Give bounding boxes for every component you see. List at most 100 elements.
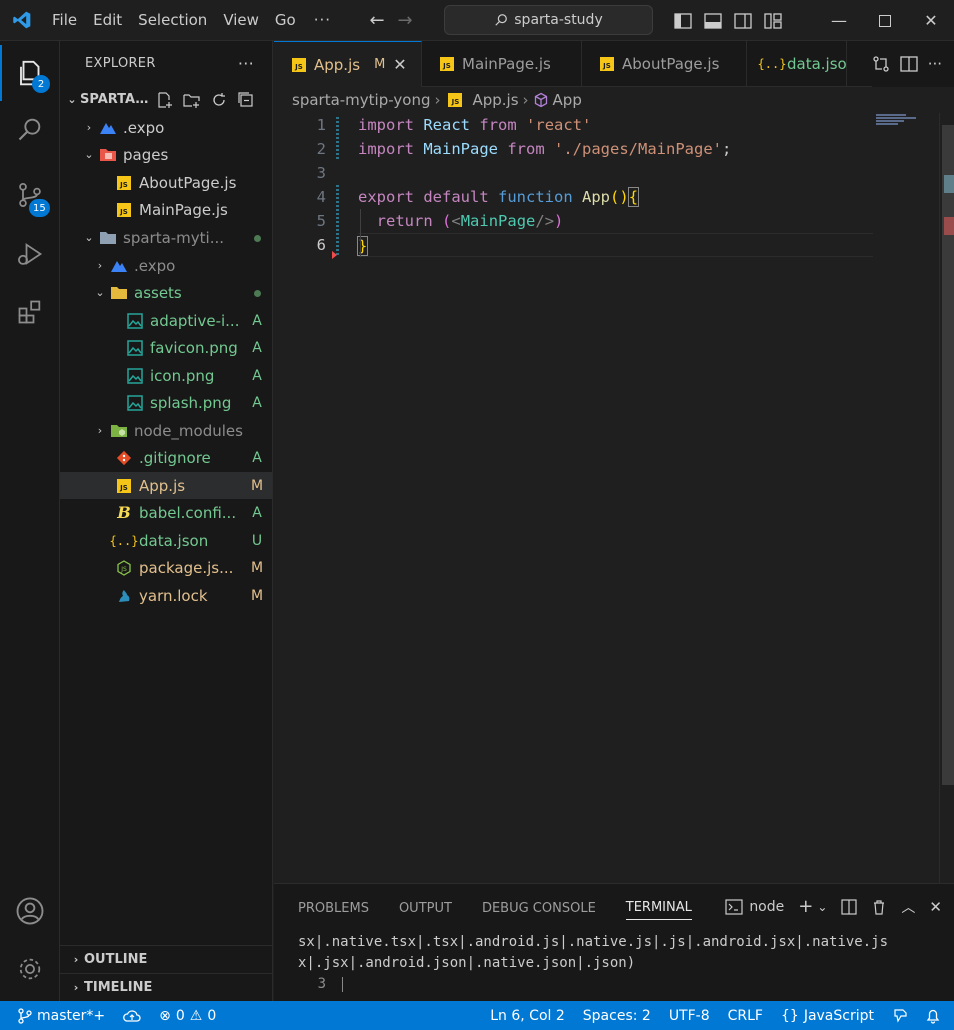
tree-folder-expo[interactable]: › .expo bbox=[60, 114, 272, 141]
branch-status[interactable]: master*+ bbox=[0, 1008, 114, 1024]
tree-folder-node-modules[interactable]: › node_modules bbox=[60, 417, 272, 444]
tree-item-label: babel.confi... bbox=[139, 503, 237, 522]
tab-problems[interactable]: PROBLEMS bbox=[298, 901, 369, 916]
tab-debug-console[interactable]: DEBUG CONSOLE bbox=[482, 901, 596, 916]
open-changes-icon[interactable] bbox=[872, 55, 890, 73]
forward-arrow-icon[interactable]: → bbox=[391, 10, 419, 31]
tree-file-app-js[interactable]: JS App.js M bbox=[60, 472, 272, 499]
trash-icon[interactable] bbox=[871, 899, 887, 915]
split-terminal-icon[interactable] bbox=[841, 898, 858, 915]
refresh-icon[interactable] bbox=[210, 91, 228, 109]
close-panel-icon[interactable]: ✕ bbox=[929, 898, 942, 916]
tree-folder-pages[interactable]: ⌄ pages bbox=[60, 141, 272, 168]
chevron-down-icon: ⌄ bbox=[67, 93, 77, 106]
end-of-line[interactable]: CRLF bbox=[719, 1008, 772, 1024]
toggle-secondary-sidebar-icon[interactable] bbox=[732, 11, 754, 31]
feedback-icon[interactable] bbox=[883, 1008, 917, 1024]
maximize-button[interactable] bbox=[862, 0, 908, 41]
new-terminal-icon[interactable]: + bbox=[798, 896, 813, 917]
timeline-section[interactable]: › TIMELINE bbox=[60, 973, 272, 1001]
tree-folder-assets[interactable]: ⌄ assets bbox=[60, 279, 272, 306]
menu-edit[interactable]: Edit bbox=[85, 0, 130, 41]
minimize-button[interactable]: — bbox=[816, 0, 862, 41]
tree-file-adaptive-icon[interactable]: adaptive-i... A bbox=[60, 307, 272, 334]
terminal-shell-label[interactable]: node bbox=[749, 899, 784, 915]
search-activity-icon[interactable] bbox=[0, 101, 60, 157]
notifications-bell-icon[interactable] bbox=[917, 1008, 954, 1024]
editor-more-actions-icon[interactable]: ··· bbox=[928, 55, 942, 73]
tab-mainpage-js[interactable]: JS MainPage.js bbox=[422, 41, 582, 87]
minimap[interactable] bbox=[876, 113, 936, 125]
new-folder-icon[interactable] bbox=[183, 91, 201, 109]
tab-terminal[interactable]: TERMINAL bbox=[625, 900, 692, 920]
close-icon[interactable]: ✕ bbox=[393, 55, 406, 74]
git-status: A bbox=[252, 339, 262, 356]
terminal-cursor bbox=[342, 976, 344, 992]
tab-output[interactable]: OUTPUT bbox=[399, 901, 452, 916]
editor-scrollbar[interactable] bbox=[939, 113, 954, 883]
search-text: sparta-study bbox=[514, 12, 603, 28]
tree-file-splash[interactable]: splash.png A bbox=[60, 389, 272, 416]
back-arrow-icon[interactable]: ← bbox=[363, 10, 391, 31]
accounts-icon[interactable] bbox=[0, 883, 60, 939]
editor-tabs: JS App.js M ✕ JS MainPage.js JS AboutPag… bbox=[274, 41, 954, 87]
breadcrumb-folder[interactable]: sparta-mytip-yong bbox=[292, 91, 430, 109]
toggle-panel-icon[interactable] bbox=[702, 11, 724, 31]
tab-data-json[interactable]: {..} data.jso bbox=[747, 41, 847, 87]
tab-app-js[interactable]: JS App.js M ✕ bbox=[274, 41, 422, 87]
tree-file-yarn-lock[interactable]: yarn.lock M bbox=[60, 582, 272, 609]
menu-selection[interactable]: Selection bbox=[130, 0, 215, 41]
run-debug-activity-icon[interactable] bbox=[0, 226, 60, 282]
line-number: 4 bbox=[316, 188, 326, 206]
code-editor[interactable]: 1 2 3 4 5 6 import React from 'react' im… bbox=[274, 113, 939, 883]
terminal-icon bbox=[725, 898, 743, 915]
tree-file-favicon[interactable]: favicon.png A bbox=[60, 334, 272, 361]
tree-file-mainpage[interactable]: JS MainPage.js bbox=[60, 196, 272, 223]
tree-file-data-json[interactable]: {..} data.json U bbox=[60, 527, 272, 554]
git-status: A bbox=[252, 394, 262, 411]
close-window-button[interactable]: ✕ bbox=[908, 0, 954, 41]
customize-layout-icon[interactable] bbox=[762, 11, 784, 31]
toggle-primary-sidebar-icon[interactable] bbox=[672, 11, 694, 31]
tree-folder-sparta-mytip[interactable]: ⌄ sparta-myti... bbox=[60, 224, 272, 251]
breadcrumb-file[interactable]: App.js bbox=[472, 91, 518, 109]
tab-label: App.js bbox=[314, 55, 361, 74]
code-lines[interactable]: import React from 'react' import MainPag… bbox=[356, 113, 873, 257]
tree-folder-expo-2[interactable]: › .expo bbox=[60, 252, 272, 279]
tree-file-babel-config[interactable]: B babel.confi... A bbox=[60, 499, 272, 526]
cursor-position[interactable]: Ln 6, Col 2 bbox=[481, 1008, 574, 1024]
tree-file-package-json[interactable]: JS package.js... M bbox=[60, 554, 272, 581]
encoding[interactable]: UTF-8 bbox=[660, 1008, 719, 1024]
maximize-panel-icon[interactable]: ︿ bbox=[901, 897, 915, 917]
command-center-search[interactable]: sparta-study bbox=[444, 5, 653, 35]
source-control-activity-icon[interactable]: 15 bbox=[0, 167, 60, 223]
menu-more-button[interactable]: ··· bbox=[304, 0, 341, 41]
menu-view[interactable]: View bbox=[215, 0, 267, 41]
new-file-icon[interactable] bbox=[156, 91, 174, 109]
sync-status[interactable] bbox=[114, 1009, 150, 1023]
terminal-output[interactable]: sx|.native.tsx|.tsx|.android.js|.native.… bbox=[274, 932, 954, 995]
indentation[interactable]: Spaces: 2 bbox=[574, 1008, 660, 1024]
menu-go[interactable]: Go bbox=[267, 0, 304, 41]
collapse-all-icon[interactable] bbox=[237, 91, 255, 109]
split-editor-icon[interactable] bbox=[900, 55, 918, 73]
breadcrumb-symbol[interactable]: App bbox=[553, 91, 582, 109]
problems-status[interactable]: ⊗ 0 ⚠ 0 bbox=[150, 1008, 225, 1024]
extensions-activity-icon[interactable] bbox=[0, 284, 60, 340]
workspace-root[interactable]: ⌄ SPARTA... bbox=[60, 86, 272, 113]
menu-file[interactable]: File bbox=[44, 0, 85, 41]
explorer-more-button[interactable]: ··· bbox=[238, 54, 254, 73]
tab-label: AboutPage.js bbox=[622, 55, 720, 73]
tree-file-aboutpage[interactable]: JS AboutPage.js bbox=[60, 169, 272, 196]
code-line-4: export default function App(){ bbox=[358, 187, 640, 207]
explorer-activity-icon[interactable]: 2 bbox=[0, 45, 60, 101]
settings-gear-icon[interactable] bbox=[0, 941, 60, 997]
symbol-method-icon bbox=[534, 92, 547, 108]
outline-section[interactable]: › OUTLINE bbox=[60, 945, 272, 973]
tab-aboutpage-js[interactable]: JS AboutPage.js bbox=[582, 41, 747, 87]
language-mode[interactable]: {} JavaScript bbox=[772, 1008, 883, 1024]
tab-label: MainPage.js bbox=[462, 55, 551, 73]
chevron-down-icon[interactable]: ⌄ bbox=[817, 900, 827, 914]
tree-file-gitignore[interactable]: .gitignore A bbox=[60, 444, 272, 471]
tree-file-icon-png[interactable]: icon.png A bbox=[60, 362, 272, 389]
